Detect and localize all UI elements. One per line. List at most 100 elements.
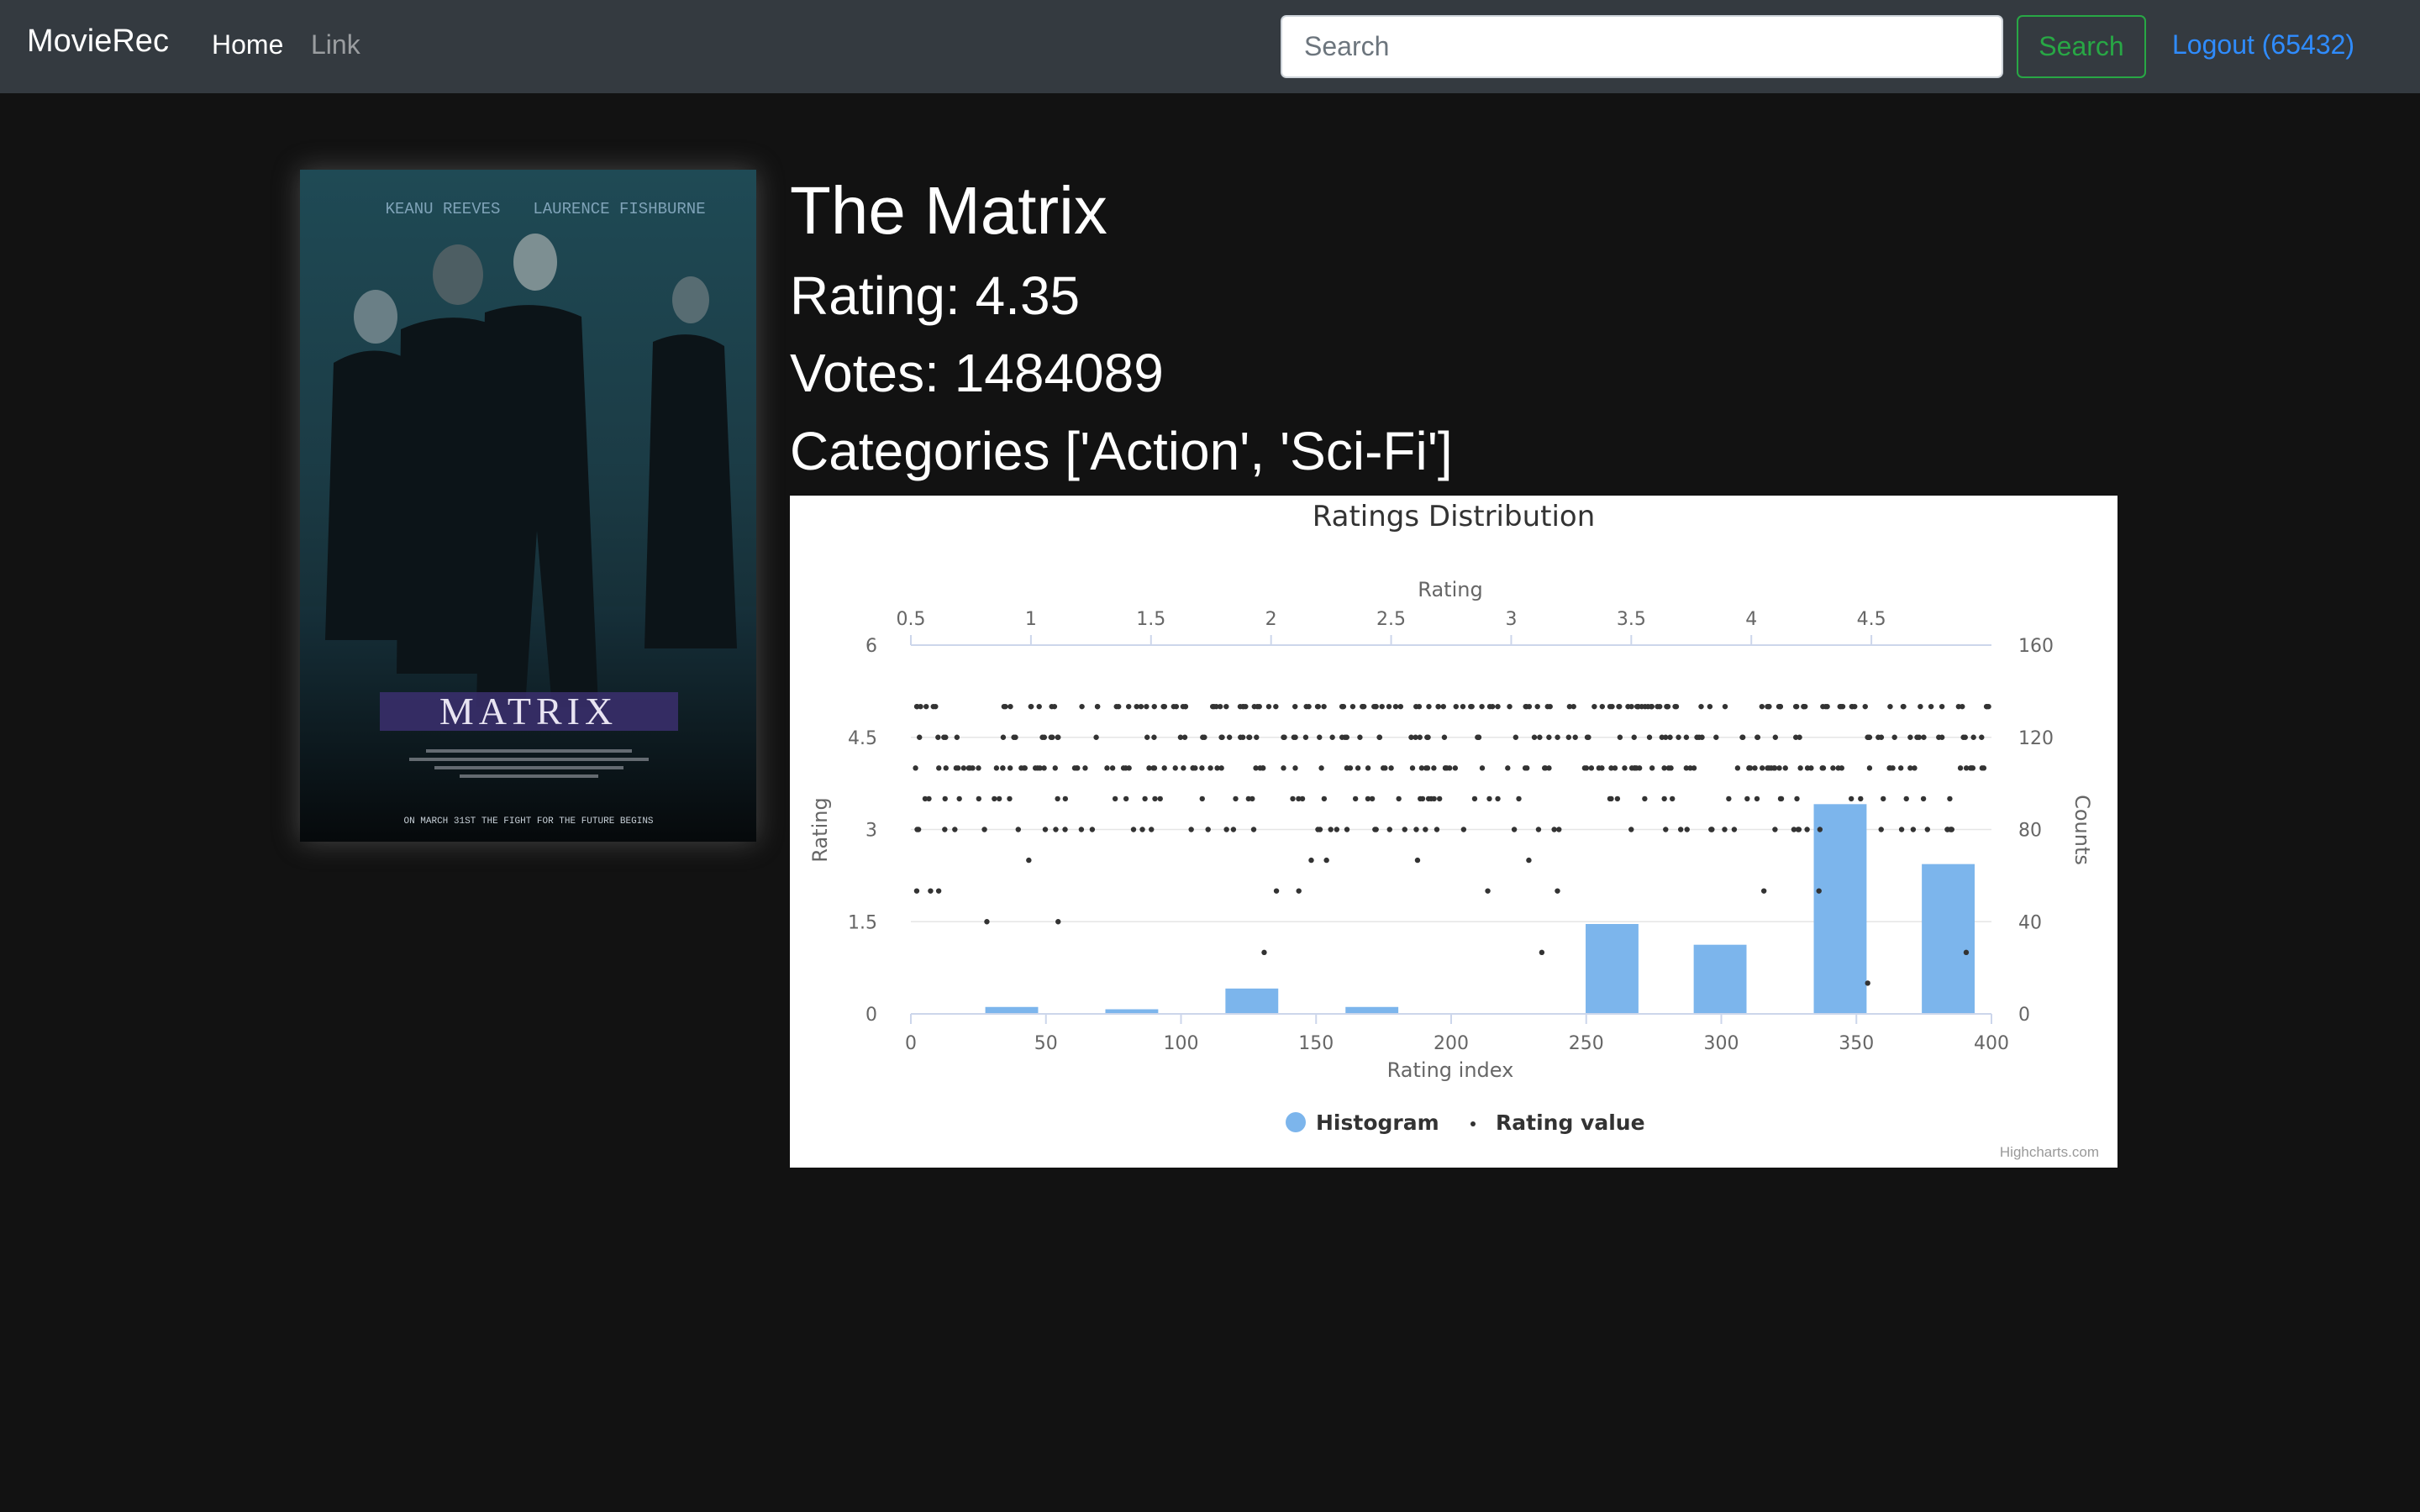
rating-value-point — [1344, 734, 1349, 740]
rating-value-point — [1696, 734, 1702, 740]
rating-value-point — [1485, 888, 1491, 894]
rating-value-point — [1955, 703, 1962, 710]
legend-histogram-label[interactable]: Histogram — [1316, 1110, 1439, 1135]
rating-value-point — [1246, 734, 1252, 740]
movie-votes: Votes: 1484089 — [790, 343, 1164, 403]
rating-value-point — [1000, 765, 1006, 771]
rating-value-point — [1425, 734, 1431, 740]
chart-credit[interactable]: Highcharts.com — [2000, 1144, 2099, 1161]
search-button[interactable]: Search — [2017, 15, 2146, 78]
rating-value-point — [1791, 827, 1797, 832]
rating-value-point — [1612, 765, 1618, 771]
movie-poster: KEANU REEVES LAURENCE FISHBURNE MATRIX O… — [300, 170, 756, 842]
legend-rating-value-marker[interactable] — [1470, 1121, 1476, 1126]
rating-value-point — [1808, 765, 1814, 771]
rating-value-point — [960, 765, 967, 771]
rating-value-point — [1759, 703, 1765, 710]
rating-value-point — [1120, 765, 1127, 771]
rating-value-point — [1254, 734, 1260, 740]
rating-value-point — [1444, 765, 1450, 771]
rating-value-point — [930, 703, 936, 710]
rating-value-point — [1614, 795, 1621, 802]
rating-value-point — [1866, 765, 1873, 771]
rating-value-point — [1007, 795, 1013, 802]
x-top-tick-label: 3 — [1505, 609, 1517, 630]
rating-value-point — [1365, 765, 1371, 771]
legend-histogram-marker[interactable] — [1286, 1112, 1306, 1132]
rating-value-point — [1683, 734, 1690, 740]
rating-value-point — [1249, 795, 1255, 802]
rating-value-point — [1062, 827, 1068, 832]
rating-value-point — [1253, 765, 1259, 771]
rating-value-point — [1402, 827, 1407, 832]
y-left-axis-title: Rating — [808, 797, 832, 862]
rating-value-point — [1947, 795, 1953, 802]
rating-value-point — [1373, 703, 1379, 710]
rating-value-point — [1830, 765, 1836, 771]
rating-value-point — [1382, 765, 1388, 771]
rating-value-point — [1777, 703, 1783, 710]
x-bottom-tick-label: 200 — [1434, 1033, 1469, 1054]
rating-value-point — [1425, 795, 1432, 802]
rating-value-point — [1817, 827, 1823, 832]
rating-value-point — [1970, 734, 1976, 740]
rating-value-point — [1112, 795, 1118, 802]
rating-value-point — [1392, 703, 1399, 710]
rating-value-point — [1766, 703, 1772, 710]
rating-value-point — [1691, 765, 1697, 771]
rating-value-point — [1676, 734, 1681, 740]
rating-value-point — [1151, 703, 1157, 710]
logout-link[interactable]: Logout (65432) — [2172, 29, 2354, 60]
rating-value-point — [965, 765, 972, 771]
nav-link[interactable]: Link — [311, 29, 360, 60]
x-top-tick-label: 1 — [1025, 609, 1037, 630]
legend-rating-value-label[interactable]: Rating value — [1496, 1110, 1645, 1135]
rating-value-point — [1296, 888, 1302, 894]
rating-value-point — [1887, 703, 1893, 710]
rating-value-point — [1223, 703, 1229, 710]
rating-value-point — [1754, 734, 1760, 740]
rating-value-point — [1151, 734, 1157, 740]
rating-value-point — [1226, 734, 1233, 740]
rating-value-point — [1273, 888, 1280, 894]
y-right-tick-label: 120 — [2018, 728, 2054, 749]
rating-value-point — [1149, 827, 1155, 832]
rating-value-point — [1824, 703, 1830, 710]
rating-value-point — [1199, 765, 1205, 771]
rating-value-point — [1207, 765, 1213, 771]
rating-value-point — [1936, 734, 1942, 740]
rating-value-point — [1747, 765, 1754, 771]
rating-value-point — [1349, 703, 1356, 710]
rating-value-point — [1386, 827, 1392, 832]
rating-value-point — [935, 888, 942, 894]
rating-value-point — [1546, 734, 1552, 740]
rating-value-point — [1665, 703, 1671, 710]
rating-value-point — [1055, 734, 1061, 740]
rating-value-point — [1797, 734, 1802, 740]
rating-value-point — [1897, 765, 1904, 771]
rating-value-point — [1709, 827, 1715, 832]
rating-value-point — [1910, 827, 1917, 832]
rating-value-point — [1776, 765, 1782, 771]
rating-value-point — [1161, 765, 1167, 771]
rating-value-point — [1539, 949, 1545, 956]
rating-value-point — [1555, 888, 1560, 894]
poster-top-credit-2: LAURENCE FISHBURNE — [533, 200, 705, 218]
rating-value-point — [1314, 703, 1321, 710]
nav-home-link[interactable]: Home — [212, 29, 283, 60]
rating-value-point — [1130, 827, 1137, 832]
rating-value-point — [1123, 795, 1129, 802]
brand-logo[interactable]: MovieRec — [27, 24, 169, 60]
rating-value-point — [1634, 765, 1639, 771]
rating-value-point — [1021, 765, 1027, 771]
rating-value-point — [1852, 703, 1858, 710]
x-bottom-tick-label: 0 — [905, 1033, 917, 1054]
x-bottom-tick-label: 50 — [1034, 1033, 1058, 1054]
rating-value-point — [1804, 827, 1810, 832]
rating-value-point — [1052, 765, 1058, 771]
rating-value-point — [1801, 703, 1807, 710]
rating-value-point — [1900, 703, 1907, 710]
rating-value-point — [1360, 703, 1365, 710]
rating-value-point — [1665, 765, 1672, 771]
search-input[interactable] — [1281, 15, 2003, 78]
